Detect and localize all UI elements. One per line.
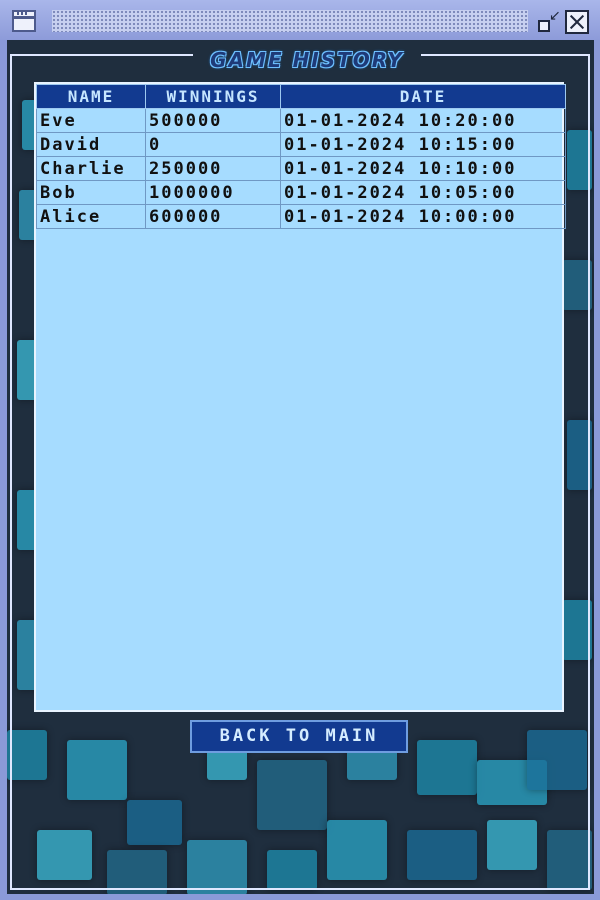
- cell-winnings: 500000: [145, 108, 281, 133]
- background-tile: [7, 730, 47, 780]
- table-row[interactable]: Alice 600000 01-01-2024 10:00:00: [36, 204, 566, 229]
- titlebar-drag-area[interactable]: [52, 10, 528, 32]
- cell-winnings: 1000000: [145, 180, 281, 205]
- app-area: GAME HISTORY NAME WINNINGS DATE Eve 5000…: [7, 40, 594, 894]
- table-row[interactable]: Charlie 250000 01-01-2024 10:10:00: [36, 156, 566, 181]
- back-to-main-button[interactable]: BACK TO MAIN: [190, 720, 408, 753]
- background-tile: [562, 260, 592, 310]
- table-row[interactable]: David 0 01-01-2024 10:15:00: [36, 132, 566, 157]
- window-titlebar[interactable]: ↙: [0, 0, 600, 40]
- cell-date: 01-01-2024 10:00:00: [280, 204, 566, 229]
- history-panel: NAME WINNINGS DATE Eve 500000 01-01-2024…: [34, 82, 566, 712]
- background-tile: [407, 830, 477, 880]
- background-tile: [67, 740, 127, 800]
- background-tile: [547, 830, 592, 890]
- arrow-icon: ↙: [549, 8, 561, 24]
- cell-date: 01-01-2024 10:10:00: [280, 156, 566, 181]
- history-table: NAME WINNINGS DATE Eve 500000 01-01-2024…: [36, 84, 566, 229]
- background-tile: [527, 730, 587, 790]
- cell-name: Charlie: [36, 156, 146, 181]
- cell-name: Alice: [36, 204, 146, 229]
- background-tile: [267, 850, 317, 890]
- cell-date: 01-01-2024 10:05:00: [280, 180, 566, 205]
- cell-date: 01-01-2024 10:20:00: [280, 108, 566, 133]
- background-tile: [417, 740, 477, 795]
- background-tile: [187, 840, 247, 894]
- background-tile: [37, 830, 92, 880]
- background-tile: [327, 820, 387, 880]
- background-tile: [257, 760, 327, 830]
- column-header-date[interactable]: DATE: [280, 84, 566, 109]
- cell-winnings: 0: [145, 132, 281, 157]
- close-button[interactable]: [565, 10, 589, 34]
- page-title: GAME HISTORY: [193, 47, 421, 73]
- cell-date: 01-01-2024 10:15:00: [280, 132, 566, 157]
- background-tile: [127, 800, 182, 845]
- cell-winnings: 250000: [145, 156, 281, 181]
- window-icon[interactable]: [12, 10, 36, 32]
- table-header-row: NAME WINNINGS DATE: [36, 84, 566, 109]
- column-header-winnings[interactable]: WINNINGS: [145, 84, 281, 109]
- restore-button[interactable]: ↙: [536, 8, 561, 34]
- background-tile: [107, 850, 167, 894]
- cell-name: David: [36, 132, 146, 157]
- cell-winnings: 600000: [145, 204, 281, 229]
- background-tile: [562, 600, 592, 660]
- background-tile: [567, 420, 592, 490]
- background-tile: [487, 820, 537, 870]
- table-row[interactable]: Eve 500000 01-01-2024 10:20:00: [36, 108, 566, 133]
- table-row[interactable]: Bob 1000000 01-01-2024 10:05:00: [36, 180, 566, 205]
- column-header-name[interactable]: NAME: [36, 84, 146, 109]
- cell-name: Eve: [36, 108, 146, 133]
- background-tile: [567, 130, 592, 190]
- cell-name: Bob: [36, 180, 146, 205]
